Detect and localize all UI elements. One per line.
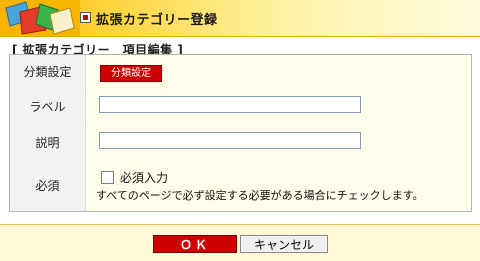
form-panel: 分類設定 分類設定 ラベル 説明 必須 必須入力 すべてのページで必ず設定する必… (9, 54, 472, 212)
cancel-button[interactable]: キャンセル (240, 235, 328, 253)
label-field-label: ラベル (10, 88, 86, 124)
required-value-cell: 必須入力 すべてのページで必ず設定する必要がある場合にチェックします。 (86, 160, 471, 211)
required-row: 必須 必須入力 すべてのページで必ず設定する必要がある場合にチェックします。 (10, 160, 471, 211)
header-bar: 拡張カテゴリー登録 (0, 0, 480, 37)
description-value-cell (86, 124, 471, 160)
label-row: ラベル (10, 88, 471, 125)
category-badge[interactable]: 分類設定 (100, 65, 162, 82)
footer-bar: ＯＫ キャンセル (0, 224, 480, 261)
folder-stack-icon (0, 0, 80, 36)
description-field-label: 説明 (10, 124, 86, 160)
category-row: 分類設定 分類設定 (10, 55, 471, 89)
category-value-cell: 分類設定 (86, 55, 471, 88)
required-checkbox[interactable] (101, 171, 114, 184)
ok-button[interactable]: ＯＫ (153, 235, 237, 253)
required-checkbox-label[interactable]: 必須入力 (120, 169, 168, 186)
title-bullet-icon (80, 12, 91, 23)
required-field-label: 必須 (10, 160, 86, 211)
required-help-text: すべてのページで必ず設定する必要がある場合にチェックします。 (96, 189, 424, 202)
page-title: 拡張カテゴリー登録 (96, 13, 218, 28)
label-value-cell (86, 88, 471, 124)
category-label: 分類設定 (10, 55, 86, 88)
description-row: 説明 (10, 124, 471, 161)
label-input[interactable] (99, 96, 361, 113)
description-input[interactable] (99, 132, 361, 149)
